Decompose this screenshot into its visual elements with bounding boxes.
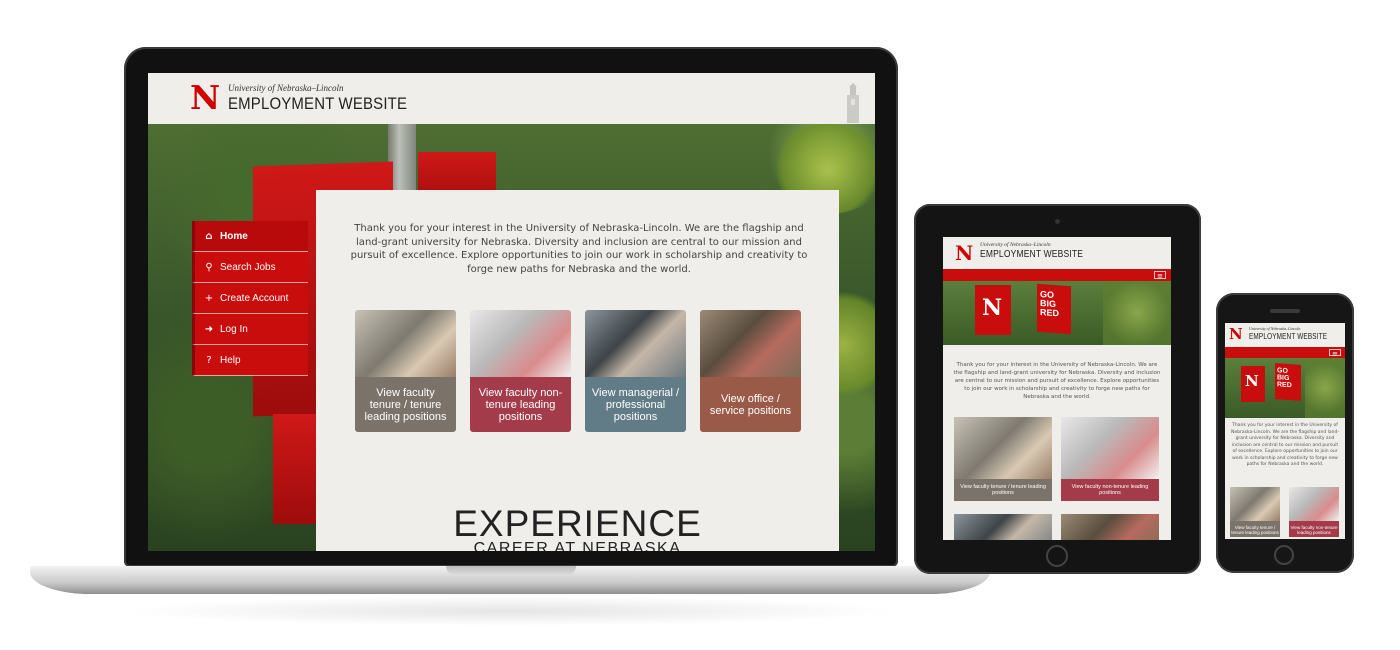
- experience-heading: EXPERIENCE: [453, 503, 702, 544]
- nav-item-help[interactable]: ? Help: [192, 345, 308, 376]
- nav-item-label: Create Account: [220, 292, 289, 304]
- red-banner: [273, 414, 318, 524]
- phone-site-header: N University of Nebraska–Lincoln EMPLOYM…: [1225, 323, 1345, 347]
- university-name: University of Nebraska–Lincoln: [228, 83, 344, 93]
- tile-managerial-professional[interactable]: View managerial / professional positions: [585, 310, 686, 432]
- tile-photo: [1061, 417, 1159, 479]
- tile-faculty-non-tenure[interactable]: View faculty non-tenure leading position…: [1289, 487, 1339, 537]
- nebraska-n-logo[interactable]: N: [190, 81, 220, 114]
- tile-photo: [355, 310, 456, 377]
- tile-faculty-non-tenure[interactable]: View faculty non-tenure leading position…: [1061, 417, 1159, 501]
- camera-icon: [1055, 219, 1060, 224]
- tile-faculty-tenure[interactable]: View faculty tenure / tenure leading pos…: [954, 417, 1052, 501]
- position-tiles: View faculty tenure / tenure leading pos…: [355, 310, 801, 432]
- tile-photo: [954, 514, 1052, 540]
- phone-screen: N University of Nebraska–Lincoln EMPLOYM…: [1225, 323, 1345, 539]
- site-title[interactable]: EMPLOYMENT WEBSITE: [228, 94, 407, 114]
- home-icon: ⌂: [205, 230, 213, 242]
- experience-subheading: CAREER AT NEBRASKA: [473, 540, 682, 551]
- laptop-notch: [446, 566, 576, 575]
- university-name: University of Nebraska–Lincoln: [980, 242, 1051, 248]
- tile-photo: [585, 310, 686, 377]
- tile-label: View managerial / professional positions: [585, 377, 686, 432]
- nav-item-label: Log In: [220, 323, 248, 335]
- phone-menu-bar: ≡: [1225, 347, 1345, 358]
- banner-red: RED: [1277, 381, 1292, 390]
- tablet-hero-photo: N GO BIG RED: [943, 281, 1171, 345]
- nav-item-create-account[interactable]: + Create Account: [192, 283, 308, 314]
- banner-red: RED: [1040, 307, 1060, 319]
- banner-n-logo: N: [982, 295, 1003, 321]
- n-banner: N: [975, 285, 1011, 335]
- nav-item-label: Search Jobs: [220, 261, 276, 273]
- tile-label: View faculty non-tenure leading position…: [470, 377, 571, 432]
- help-icon: ?: [206, 354, 212, 366]
- site-title[interactable]: EMPLOYMENT WEBSITE: [1249, 332, 1327, 341]
- phone-hero-photo: N GO BIG RED: [1225, 358, 1345, 418]
- home-button-icon[interactable]: [1046, 545, 1068, 567]
- nav-item-label: Home: [220, 230, 248, 242]
- device-mockup-stage: N University of Nebraska–Lincoln EMPLOYM…: [0, 0, 1400, 650]
- tower-icon: [847, 83, 859, 123]
- nav-item-log-in[interactable]: ➜ Log In: [192, 314, 308, 345]
- intro-text: Thank you for your interest in the Unive…: [350, 223, 808, 275]
- go-big-red-banner: GO BIG RED: [1037, 283, 1071, 335]
- nebraska-n-logo[interactable]: N: [955, 243, 973, 263]
- intro-text: Thank you for your interest in the Unive…: [953, 362, 1161, 400]
- hamburger-menu-icon[interactable]: ≡: [1154, 271, 1166, 280]
- tablet-site-header: N University of Nebraska–Lincoln EMPLOYM…: [943, 237, 1171, 269]
- tile-label: View faculty non-tenure leading position…: [1061, 479, 1159, 501]
- speaker-icon: [1270, 309, 1300, 313]
- tablet-menu-bar: ≡: [943, 269, 1171, 281]
- tile-photo: [470, 310, 571, 377]
- content-panel: Thank you for your interest in the Unive…: [316, 190, 839, 551]
- laptop-shadow: [120, 596, 900, 626]
- tree-foliage: [1103, 281, 1171, 345]
- university-name: University of Nebraska–Lincoln: [1249, 326, 1301, 331]
- tile-label: View faculty tenure / tenure leading pos…: [954, 479, 1052, 501]
- tile-photo: [1289, 487, 1339, 521]
- go-big-red-banner: GO BIG RED: [1275, 363, 1301, 401]
- tile-managerial-professional[interactable]: [954, 514, 1052, 540]
- site-header: N University of Nebraska–Lincoln EMPLOYM…: [148, 73, 875, 124]
- home-button-icon[interactable]: [1274, 545, 1294, 565]
- side-navigation: ⌂ Home ⚲ Search Jobs + Create Account ➜ …: [192, 221, 308, 376]
- banner-n-logo: N: [1245, 372, 1259, 390]
- tile-office-service[interactable]: View office / service positions: [700, 310, 801, 432]
- tree-foliage: [1305, 358, 1345, 418]
- tile-faculty-tenure[interactable]: View faculty tenure / tenure leading pos…: [355, 310, 456, 432]
- tile-label: View office / service positions: [700, 377, 801, 432]
- nav-item-label: Help: [220, 354, 241, 366]
- nebraska-n-logo[interactable]: N: [1229, 327, 1243, 342]
- tile-photo: [954, 417, 1052, 479]
- hamburger-menu-icon[interactable]: ≡: [1329, 349, 1341, 358]
- tile-label: View faculty non-tenure leading position…: [1289, 521, 1339, 537]
- nav-item-home[interactable]: ⌂ Home: [192, 221, 308, 252]
- tile-office-service[interactable]: [1061, 514, 1159, 540]
- tile-label: View faculty tenure / tenure leading pos…: [1230, 521, 1280, 537]
- tile-faculty-non-tenure[interactable]: View faculty non-tenure leading position…: [470, 310, 571, 432]
- site-title[interactable]: EMPLOYMENT WEBSITE: [980, 249, 1083, 260]
- tile-faculty-tenure[interactable]: View faculty tenure / tenure leading pos…: [1230, 487, 1280, 537]
- intro-text: Thank you for your interest in the Unive…: [1231, 423, 1339, 467]
- plus-icon: +: [204, 292, 214, 304]
- laptop-screen: N University of Nebraska–Lincoln EMPLOYM…: [148, 73, 875, 551]
- tile-label: View faculty tenure / tenure leading pos…: [355, 377, 456, 432]
- tile-photo: [700, 310, 801, 377]
- search-icon: ⚲: [205, 261, 213, 273]
- tile-photo: [1061, 514, 1159, 540]
- n-banner: N: [1241, 366, 1265, 402]
- tile-photo: [1230, 487, 1280, 521]
- nav-item-search-jobs[interactable]: ⚲ Search Jobs: [192, 252, 308, 283]
- login-icon: ➜: [204, 323, 214, 335]
- tablet-screen: N University of Nebraska–Lincoln EMPLOYM…: [943, 237, 1171, 540]
